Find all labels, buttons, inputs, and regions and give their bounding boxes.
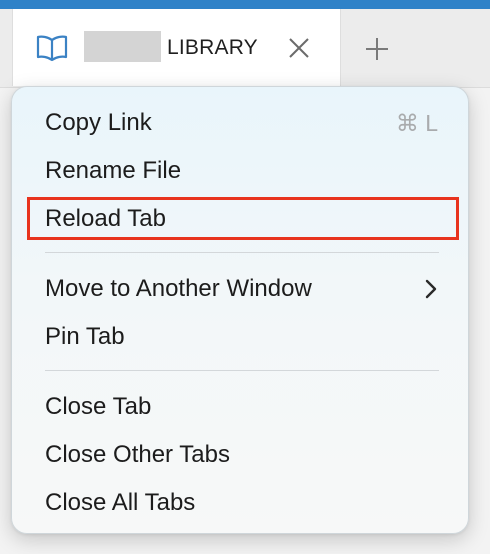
chevron-right-icon bbox=[424, 279, 438, 299]
menu-item-label: Copy Link bbox=[45, 109, 152, 136]
window-top-strip bbox=[0, 0, 490, 9]
tab-title: LIBRARY bbox=[167, 36, 258, 59]
close-icon[interactable] bbox=[287, 36, 311, 60]
tab-context-menu: Copy Link ⌘ L Rename File Reload Tab Mov… bbox=[11, 86, 469, 534]
menu-item-label: Close Other Tabs bbox=[45, 441, 230, 468]
menu-item-label: Reload Tab bbox=[45, 205, 166, 232]
menu-item-label: Pin Tab bbox=[45, 323, 125, 350]
menu-item-pin-tab[interactable]: Pin Tab bbox=[12, 313, 468, 359]
menu-item-close-all-tabs[interactable]: Close All Tabs bbox=[12, 479, 468, 525]
menu-item-close-other-tabs[interactable]: Close Other Tabs bbox=[12, 431, 468, 477]
tab-library[interactable]: LIBRARY bbox=[12, 9, 341, 86]
menu-separator bbox=[45, 370, 439, 371]
book-icon bbox=[35, 33, 69, 63]
redacted-tab-title bbox=[84, 31, 161, 62]
menu-item-label: Move to Another Window bbox=[45, 275, 312, 302]
menu-item-move-to-another-window[interactable]: Move to Another Window bbox=[12, 265, 468, 311]
menu-item-label: Rename File bbox=[45, 157, 182, 184]
menu-item-rename-file[interactable]: Rename File bbox=[12, 147, 468, 193]
menu-item-label: Close Tab bbox=[45, 393, 152, 420]
menu-item-label: Close All Tabs bbox=[45, 489, 196, 516]
shortcut-label: ⌘ L bbox=[395, 110, 438, 136]
plus-icon[interactable] bbox=[363, 35, 391, 63]
menu-separator bbox=[45, 252, 439, 253]
tab-bar: LIBRARY bbox=[0, 9, 490, 88]
menu-item-close-tab[interactable]: Close Tab bbox=[12, 383, 468, 429]
menu-item-reload-tab[interactable]: Reload Tab bbox=[12, 195, 468, 241]
menu-item-copy-link[interactable]: Copy Link ⌘ L bbox=[12, 99, 468, 145]
